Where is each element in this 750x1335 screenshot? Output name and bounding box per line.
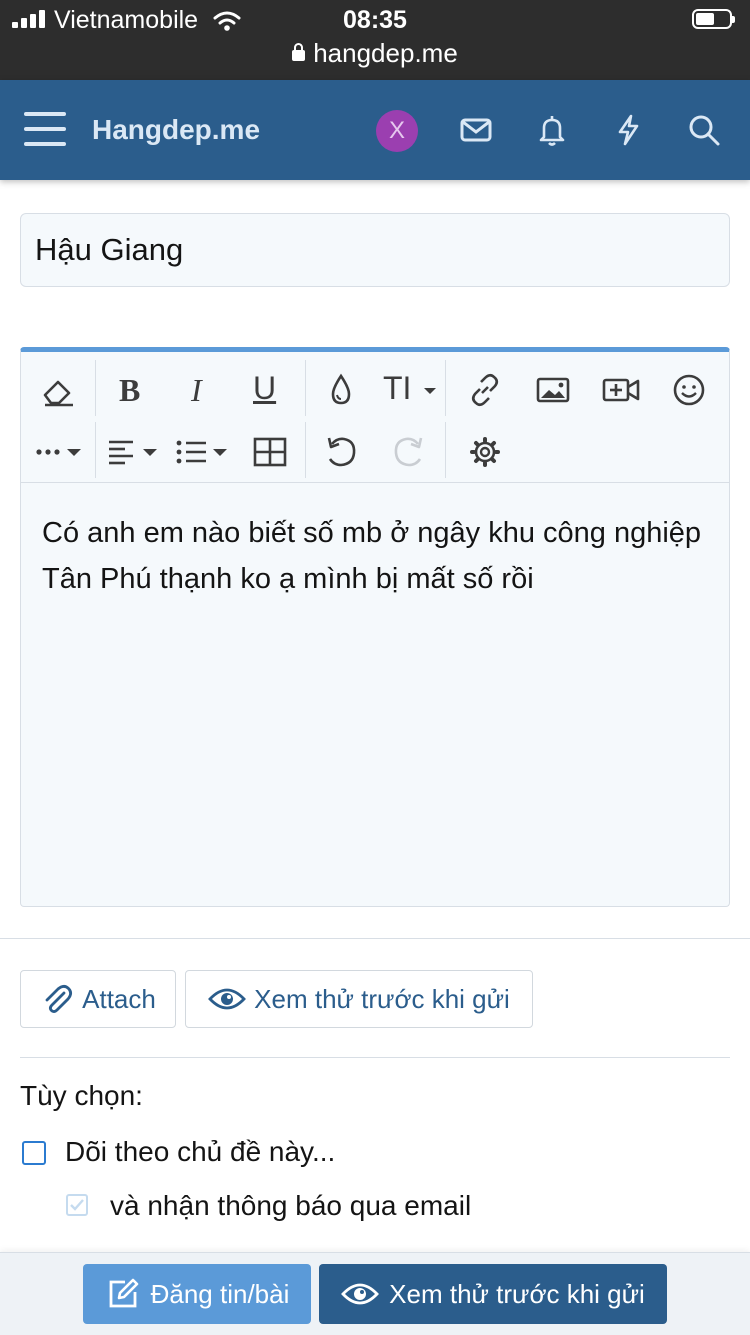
image-icon[interactable] bbox=[531, 368, 575, 412]
watch-thread-checkbox[interactable] bbox=[22, 1141, 46, 1165]
user-avatar[interactable]: X bbox=[376, 110, 418, 152]
underline-icon[interactable]: U bbox=[253, 370, 276, 407]
attach-button[interactable]: Attach bbox=[20, 970, 176, 1028]
bell-icon[interactable] bbox=[535, 113, 569, 147]
list-icon[interactable] bbox=[173, 430, 231, 474]
edit-icon bbox=[109, 1278, 138, 1308]
sticky-footer: Đăng tin/bài Xem thử trước khi gửi bbox=[0, 1252, 750, 1335]
message-body[interactable]: Có anh em nào biết số mb ở ngây khu công… bbox=[42, 510, 722, 602]
table-icon[interactable] bbox=[247, 430, 291, 474]
preview-label: Xem thử trước khi gửi bbox=[254, 983, 510, 1014]
preview-button[interactable]: Xem thử trước khi gửi bbox=[185, 970, 533, 1028]
url-text: hangdep.me bbox=[313, 38, 458, 68]
eye-icon bbox=[208, 988, 247, 1010]
chevron-down-icon bbox=[424, 388, 436, 394]
post-reply-button[interactable]: Đăng tin/bài bbox=[83, 1264, 311, 1324]
smiley-icon[interactable] bbox=[667, 368, 711, 412]
italic-icon[interactable]: I bbox=[191, 372, 202, 409]
divider bbox=[20, 1057, 730, 1058]
thread-title-input[interactable]: Hậu Giang bbox=[20, 213, 730, 287]
status-bar: Vietnamobile 08:35 hangdep.me bbox=[0, 0, 750, 80]
watch-thread-label[interactable]: Dõi theo chủ đề này... bbox=[65, 1136, 335, 1168]
footer-preview-button[interactable]: Xem thử trước khi gửi bbox=[319, 1264, 667, 1324]
more-icon[interactable] bbox=[33, 430, 89, 474]
options-heading: Tùy chọn: bbox=[20, 1080, 143, 1111]
redo-icon[interactable] bbox=[387, 430, 431, 474]
search-icon[interactable] bbox=[687, 113, 721, 147]
link-icon[interactable] bbox=[463, 368, 507, 412]
video-icon[interactable] bbox=[599, 368, 643, 412]
footer-preview-label: Xem thử trước khi gửi bbox=[389, 1278, 645, 1309]
attach-label: Attach bbox=[82, 983, 156, 1014]
post-label: Đăng tin/bài bbox=[150, 1278, 290, 1309]
eye-icon bbox=[341, 1283, 380, 1305]
checkmark-icon bbox=[70, 1199, 84, 1211]
editor-toolbar: B I U TI bbox=[21, 352, 729, 483]
lock-icon bbox=[292, 43, 306, 61]
site-header: Hangdep.me X bbox=[0, 80, 750, 180]
align-icon[interactable] bbox=[105, 430, 161, 474]
menu-icon[interactable] bbox=[24, 112, 68, 148]
font-size-icon[interactable]: TI bbox=[383, 370, 411, 407]
inbox-icon[interactable] bbox=[459, 113, 493, 147]
battery-icon bbox=[692, 9, 735, 29]
clock: 08:35 bbox=[343, 6, 407, 34]
bold-icon[interactable]: B bbox=[119, 372, 140, 409]
undo-icon[interactable] bbox=[319, 430, 363, 474]
lightning-icon[interactable] bbox=[611, 113, 645, 147]
site-logo[interactable]: Hangdep.me bbox=[92, 114, 260, 146]
paperclip-icon bbox=[45, 984, 73, 1014]
email-notify-checkbox[interactable] bbox=[66, 1194, 88, 1216]
divider bbox=[0, 938, 750, 939]
color-drop-icon[interactable] bbox=[319, 368, 363, 412]
settings-icon[interactable] bbox=[463, 430, 507, 474]
address-bar[interactable]: hangdep.me bbox=[0, 38, 750, 69]
eraser-icon[interactable] bbox=[37, 368, 81, 412]
message-editor: B I U TI Có anh em nào biết số mb ở ngây… bbox=[20, 347, 730, 907]
email-notify-label[interactable]: và nhận thông báo qua email bbox=[110, 1190, 471, 1222]
